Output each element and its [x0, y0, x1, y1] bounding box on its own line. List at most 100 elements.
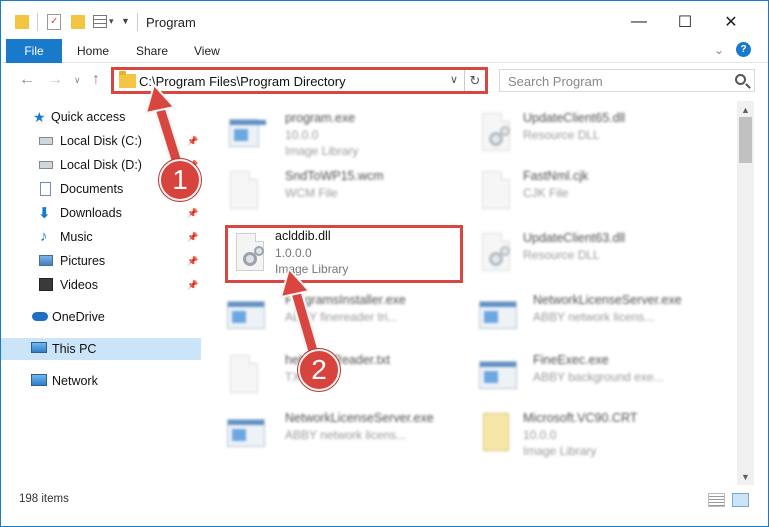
pin-icon[interactable]: 📌 [187, 232, 198, 243]
sidebar-item-onedrive[interactable]: OneDrive [1, 306, 201, 328]
list-item[interactable]: SndToWP15.wcm WCM File [221, 163, 471, 219]
sidebar-item-label: Music [60, 230, 93, 244]
documents-icon [40, 182, 51, 196]
qa-customize-icon[interactable]: ▼ [121, 16, 130, 34]
back-arrow-icon[interactable]: ← [19, 71, 35, 89]
navigation-bar: ← → ∨ ↑ C:\Program Files\Program Directo… [1, 63, 768, 97]
star-icon: ★ [33, 109, 46, 125]
folder-icon [119, 71, 136, 88]
folder-icon[interactable] [15, 15, 29, 29]
step-2-callout: 2 [298, 349, 340, 391]
list-item[interactable]: program.exe 10.0.0 Image Library [221, 105, 471, 161]
music-icon: ♪ [40, 228, 48, 245]
exe-icon [479, 293, 517, 337]
chevron-down-icon[interactable]: ⌄ [714, 43, 724, 57]
file-icon [227, 353, 261, 397]
scroll-thumb[interactable] [739, 117, 752, 163]
details-view-icon[interactable] [708, 493, 725, 507]
minimize-button[interactable]: — [616, 7, 662, 37]
sidebar-item-label: This PC [52, 342, 97, 356]
pin-icon[interactable]: 📌 [187, 280, 198, 291]
file-name: ProgramsInstaller.exe [285, 293, 406, 307]
title-bar: ✓ ▾ ▼ Program — ☐ ✕ [1, 1, 768, 39]
address-path[interactable]: C:\Program Files\Program Directory [139, 74, 346, 89]
tab-file[interactable]: File [6, 39, 62, 63]
file-name: SndToWP15.wcm [285, 169, 384, 183]
file-type: Image Library [285, 144, 359, 158]
network-icon [31, 374, 47, 386]
exe-icon [227, 411, 265, 455]
pin-icon[interactable]: 📌 [187, 208, 198, 219]
sidebar-item-label: Downloads [60, 206, 122, 220]
scroll-up-icon[interactable]: ▲ [737, 101, 754, 118]
help-icon[interactable]: ? [736, 42, 751, 57]
list-item[interactable]: Microsoft.VC90.CRT 10.0.0 Image Library [473, 405, 723, 461]
crt-folder-icon [479, 411, 513, 455]
file-name: FineExec.exe [533, 353, 609, 367]
sidebar-item-this-pc[interactable]: This PC [1, 338, 201, 360]
sidebar-item-downloads[interactable]: ⬇ Downloads 📌 [1, 202, 201, 224]
list-item[interactable]: NetworkLicenseServer.exe ABBY network li… [473, 287, 723, 343]
sidebar-item-label: Network [52, 374, 98, 388]
computer-icon [31, 342, 47, 353]
refresh-icon[interactable]: ↻ [464, 70, 485, 91]
status-bar: 198 items [1, 489, 768, 511]
new-folder-icon[interactable] [71, 15, 85, 29]
file-explorer-window: ✓ ▾ ▼ Program — ☐ ✕ File Home Share View… [0, 0, 769, 527]
exe-icon [227, 293, 265, 337]
up-arrow-icon[interactable]: ↑ [92, 71, 100, 89]
step-1-callout: 1 [159, 159, 201, 201]
sidebar-item-label: Quick access [51, 110, 126, 124]
file-detail: ABBY finereader tri... [285, 310, 398, 324]
sidebar-item-pictures[interactable]: Pictures 📌 [1, 250, 201, 272]
list-item[interactable]: ProgramsInstaller.exe ABBY finereader tr… [221, 287, 471, 343]
list-item[interactable]: UpdateClient65.dll Resource DLL [473, 105, 723, 161]
recent-chevron-icon[interactable]: ∨ [74, 75, 81, 86]
tab-view[interactable]: View [194, 44, 220, 58]
file-detail: ABBY background exe... [533, 370, 664, 384]
view-options-icon[interactable] [93, 15, 107, 28]
chevron-down-icon[interactable]: ▾ [109, 16, 114, 34]
file-name: program.exe [285, 111, 356, 125]
ribbon-tabs: File Home Share View ⌄ ? [1, 39, 768, 63]
address-bar[interactable]: C:\Program Files\Program Directory ∨ ↻ [111, 67, 488, 94]
sidebar-item-network[interactable]: Network [1, 370, 201, 392]
divider [137, 13, 138, 31]
list-item[interactable]: helpFineReader.txt TXT File [221, 347, 471, 403]
navigation-pane: ★ Quick access Local Disk (C:) 📌 Local D… [1, 101, 201, 485]
tab-share[interactable]: Share [136, 44, 168, 58]
drive-icon [39, 137, 53, 145]
window-title: Program [146, 15, 196, 30]
file-detail: Resource DLL [523, 248, 600, 262]
file-detail: ABBY network licens... [285, 428, 407, 442]
search-icon[interactable] [735, 74, 746, 85]
pin-icon[interactable]: 📌 [187, 136, 198, 147]
tiles-view-icon[interactable] [732, 493, 749, 507]
list-item[interactable]: NetworkLicenseServer.exe ABBY network li… [221, 405, 471, 461]
sidebar-item-label: Videos [60, 278, 98, 292]
program-exe-icon [227, 111, 266, 155]
list-item[interactable]: UpdateClient63.dll Resource DLL [473, 225, 723, 281]
properties-icon[interactable]: ✓ [47, 14, 61, 30]
sidebar-item-label: Local Disk (D:) [60, 158, 142, 172]
search-input[interactable]: Search Program [499, 69, 755, 92]
sidebar-item-videos[interactable]: Videos 📌 [1, 274, 201, 296]
drive-icon [39, 161, 53, 169]
sidebar-item-quick-access[interactable]: ★ Quick access [1, 106, 201, 128]
close-button[interactable]: ✕ [708, 7, 754, 37]
pin-icon[interactable]: 📌 [187, 256, 198, 267]
sidebar-item-music[interactable]: ♪ Music 📌 [1, 226, 201, 248]
file-detail: CJK File [523, 186, 569, 200]
chevron-down-icon[interactable]: ∨ [450, 73, 458, 86]
sidebar-item-local-disk-c[interactable]: Local Disk (C:) 📌 [1, 130, 201, 152]
file-name: FastNml.cjk [523, 169, 589, 183]
list-item[interactable]: FineExec.exe ABBY background exe... [473, 347, 723, 403]
dll-icon [479, 231, 513, 275]
tab-home[interactable]: Home [77, 44, 109, 58]
forward-arrow-icon[interactable]: → [47, 71, 63, 89]
list-item[interactable]: FastNml.cjk CJK File [473, 163, 723, 219]
maximize-button[interactable]: ☐ [662, 7, 708, 37]
scroll-down-icon[interactable]: ▼ [737, 468, 754, 485]
file-type: Image Library [523, 444, 597, 458]
vertical-scrollbar[interactable]: ▲ ▼ [737, 101, 754, 485]
